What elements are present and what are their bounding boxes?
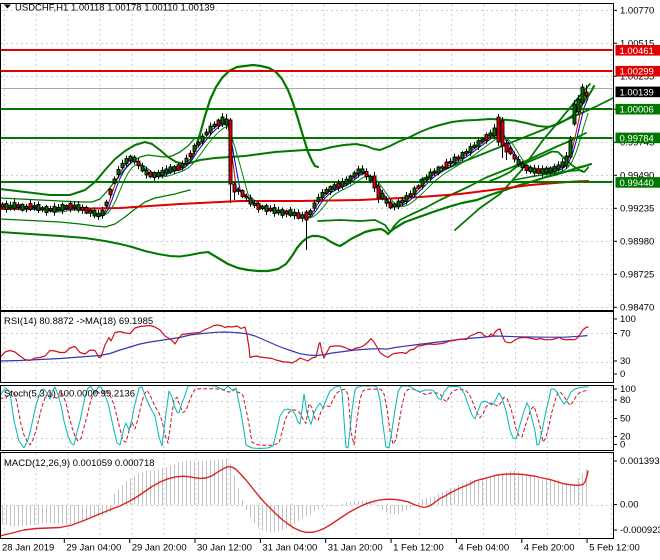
svg-text:30: 30 xyxy=(620,356,631,367)
svg-text:0: 0 xyxy=(620,440,625,451)
svg-text:0.99235: 0.99235 xyxy=(620,203,654,214)
svg-text:31 Jan 04:00: 31 Jan 04:00 xyxy=(262,543,317,554)
svg-text:4 Feb 20:00: 4 Feb 20:00 xyxy=(524,543,575,554)
svg-text:MACD(12,26,9) 0.001059 0.00071: MACD(12,26,9) 0.001059 0.000718 xyxy=(4,458,155,469)
svg-text:1.00006: 1.00006 xyxy=(620,105,654,116)
svg-text:100: 100 xyxy=(620,314,636,325)
svg-text:USDCHF,H1 1.00118 1.00178 1.0: USDCHF,H1 1.00118 1.00178 1.00110 1.0013… xyxy=(15,3,215,14)
svg-text:1 Feb 12:00: 1 Feb 12:00 xyxy=(393,543,444,554)
svg-text:5 Feb 12:00: 5 Feb 12:00 xyxy=(589,543,640,554)
svg-text:0: 0 xyxy=(620,369,625,380)
svg-text:70: 70 xyxy=(620,329,631,340)
svg-text:RSI(14) 80.8872 ->MA(18) 69.1: RSI(14) 80.8872 ->MA(18) 69.1985 xyxy=(4,316,153,327)
svg-text:31 Jan 20:00: 31 Jan 20:00 xyxy=(328,543,383,554)
svg-text:80: 80 xyxy=(620,395,631,406)
svg-text:1.00461: 1.00461 xyxy=(620,46,654,57)
svg-text:-0.000923: -0.000923 xyxy=(620,525,660,536)
svg-text:50: 50 xyxy=(620,414,631,425)
svg-text:0.98725: 0.98725 xyxy=(620,269,654,280)
svg-text:28 Jan 2019: 28 Jan 2019 xyxy=(2,543,54,554)
svg-text:0.98980: 0.98980 xyxy=(620,236,654,247)
svg-text:30 Jan 12:00: 30 Jan 12:00 xyxy=(197,543,252,554)
svg-text:0.99440: 0.99440 xyxy=(620,178,654,189)
svg-text:4 Feb 04:00: 4 Feb 04:00 xyxy=(458,543,509,554)
svg-text:29 Jan 04:00: 29 Jan 04:00 xyxy=(66,543,121,554)
svg-text:0.98470: 0.98470 xyxy=(620,302,654,313)
svg-text:Stoch(5,3,1) 100.0000 99.2136: Stoch(5,3,1) 100.0000 99.2136 xyxy=(4,389,135,400)
svg-text:1.00299: 1.00299 xyxy=(620,67,654,78)
svg-text:0.00: 0.00 xyxy=(620,500,639,511)
svg-text:0.001393: 0.001393 xyxy=(620,456,660,467)
svg-text:1.00139: 1.00139 xyxy=(620,87,654,98)
svg-text:1.00770: 1.00770 xyxy=(620,5,654,16)
svg-text:29 Jan 20:00: 29 Jan 20:00 xyxy=(132,543,187,554)
svg-text:100: 100 xyxy=(620,384,636,395)
svg-text:0.99784: 0.99784 xyxy=(620,133,654,144)
